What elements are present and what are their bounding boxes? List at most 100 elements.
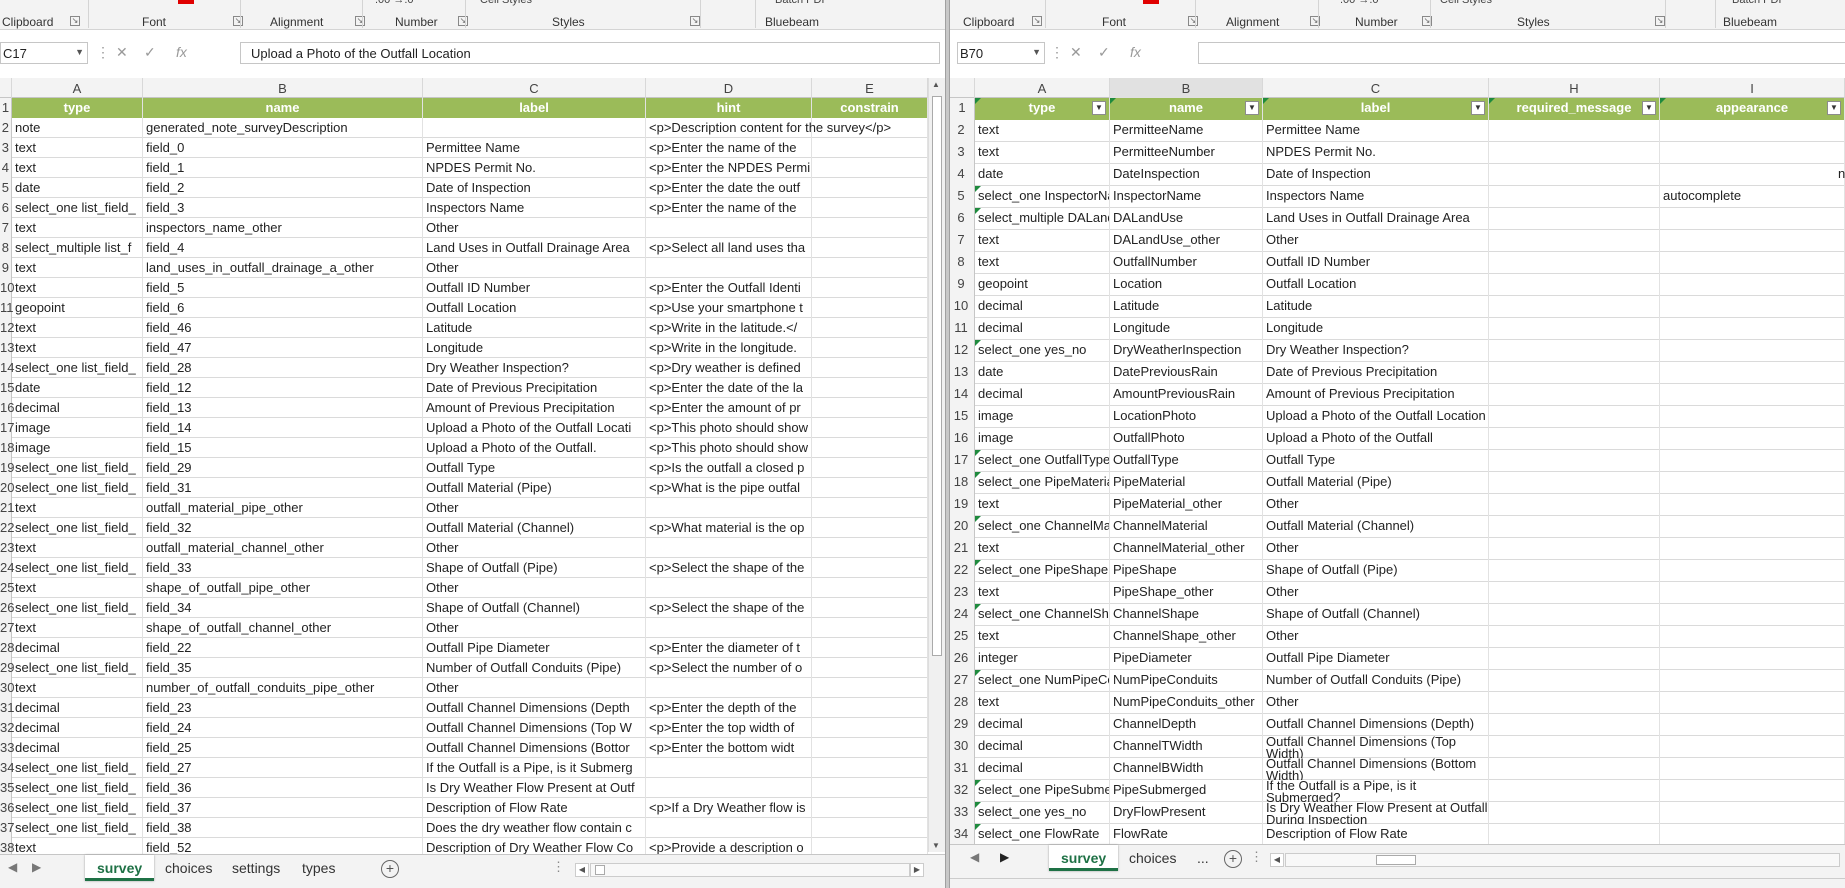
cell-i[interactable] [1660, 780, 1845, 802]
row-number[interactable]: 15 [950, 406, 975, 428]
tab-more[interactable]: ... [1185, 845, 1221, 871]
dialog-launcher-icon[interactable]: ↘ [1188, 16, 1198, 26]
cell-b[interactable]: land_uses_in_outfall_drainage_a_other [143, 258, 423, 278]
cell-i[interactable] [1660, 604, 1845, 626]
cell-i[interactable] [1660, 362, 1845, 384]
cell-b[interactable]: Latitude [1110, 296, 1263, 318]
row-number[interactable]: 14 [0, 358, 14, 378]
cell-a[interactable]: text [12, 218, 143, 238]
cell-d[interactable]: <p>Description content for the survey</p… [646, 118, 891, 138]
row-number[interactable]: 20 [0, 478, 14, 498]
row-number[interactable]: 13 [0, 338, 14, 358]
header-cell[interactable]: type ▼ [975, 98, 1110, 120]
cell-b[interactable]: DatePreviousRain [1110, 362, 1263, 384]
cell-b[interactable]: ChannelMaterial_other [1110, 538, 1263, 560]
cell-a[interactable]: text [12, 158, 143, 178]
row-number[interactable]: 7 [950, 230, 975, 252]
cell-b[interactable]: Location [1110, 274, 1263, 296]
row-number[interactable]: 10 [0, 278, 14, 298]
cell-e[interactable] [812, 258, 928, 278]
row-number[interactable]: 14 [950, 384, 975, 406]
cell-d[interactable]: <p>Enter the name of the [646, 138, 812, 158]
header-cell[interactable]: constrain [812, 98, 928, 118]
cell-c[interactable]: Dry Weather Inspection? [1263, 340, 1489, 362]
cell-i[interactable] [1660, 472, 1845, 494]
cell-c[interactable]: Other [423, 498, 646, 518]
name-box[interactable]: C17 ▼ [0, 42, 88, 64]
row-number[interactable]: 9 [0, 258, 12, 278]
cell-d[interactable] [646, 218, 812, 238]
enter-check-icon[interactable]: ✓ [1098, 44, 1110, 61]
cell-a[interactable]: date [12, 378, 143, 398]
cell-e[interactable] [812, 418, 928, 438]
cell-a[interactable]: select_one FlowRate [975, 824, 1110, 846]
cell-i[interactable] [1660, 648, 1845, 670]
add-sheet-icon[interactable]: + [381, 860, 399, 878]
cell-c[interactable]: Number of Outfall Conduits (Pipe) [423, 658, 646, 678]
cell-e[interactable] [812, 538, 928, 558]
row-number[interactable]: 15 [0, 378, 14, 398]
cell-d[interactable] [646, 758, 812, 778]
cell-a[interactable]: select_one yes_no [975, 340, 1110, 362]
cell-h[interactable] [1489, 142, 1660, 164]
cell-c[interactable]: Amount of Previous Precipitation [1263, 384, 1489, 406]
cell-a[interactable]: text [12, 338, 143, 358]
cell-b[interactable]: Longitude [1110, 318, 1263, 340]
cell-c[interactable]: Upload a Photo of the Outfall [1263, 428, 1489, 450]
cell-i[interactable] [1660, 582, 1845, 604]
cell-a[interactable]: decimal [12, 638, 143, 658]
add-sheet-icon[interactable]: + [1224, 850, 1242, 868]
row-number[interactable]: 4 [0, 158, 12, 178]
cell-c[interactable]: Land Uses in Outfall Drainage Area [1263, 208, 1489, 230]
cell-c[interactable]: Latitude [423, 318, 646, 338]
header-cell[interactable]: label [423, 98, 646, 118]
row-number[interactable]: 29 [950, 714, 975, 736]
cell-a[interactable]: text [975, 538, 1110, 560]
cell-c[interactable]: Date of Inspection [1263, 164, 1489, 186]
filter-dropdown-icon[interactable]: ▼ [1092, 101, 1106, 115]
row-number[interactable]: 26 [950, 648, 975, 670]
dialog-launcher-icon[interactable]: ↘ [690, 16, 700, 26]
cell-d[interactable]: <p>Write in the longitude. [646, 338, 812, 358]
cell-a[interactable]: image [12, 418, 143, 438]
cell-h[interactable] [1489, 582, 1660, 604]
cell-d[interactable]: <p>If a Dry Weather flow is [646, 798, 812, 818]
cell-b[interactable]: PipeMaterial [1110, 472, 1263, 494]
cell-b[interactable]: PipeDiameter [1110, 648, 1263, 670]
cell-b[interactable]: field_23 [143, 698, 423, 718]
prev-sheet-icon[interactable]: ◀ [970, 850, 979, 864]
dialog-launcher-icon[interactable]: ↘ [355, 16, 365, 26]
cell-d[interactable]: <p>Select all land uses tha [646, 238, 812, 258]
cell-b[interactable]: PipeShape_other [1110, 582, 1263, 604]
cell-i[interactable] [1660, 516, 1845, 538]
cell-a[interactable]: date [12, 178, 143, 198]
cancel-icon[interactable]: ✕ [116, 44, 128, 61]
cell-e[interactable] [812, 618, 928, 638]
cell-b[interactable]: ChannelShape_other [1110, 626, 1263, 648]
cell-i[interactable] [1660, 274, 1845, 296]
cell-c[interactable]: If the Outfall is a Pipe, is it Submerg [423, 758, 646, 778]
cell-d[interactable]: <p>Use your smartphone t [646, 298, 812, 318]
cell-e[interactable] [812, 498, 928, 518]
row-number[interactable]: 23 [0, 538, 14, 558]
cell-d[interactable]: <p>What material is the op [646, 518, 812, 538]
cell-b[interactable]: ChannelMaterial [1110, 516, 1263, 538]
row-number[interactable]: 4 [950, 164, 975, 186]
row-number[interactable]: 34 [0, 758, 14, 778]
cell-b[interactable]: OutfallType [1110, 450, 1263, 472]
row-number[interactable]: 17 [0, 418, 14, 438]
ribbon-button-label[interactable]: Cell Styles [1440, 0, 1492, 6]
cell-a[interactable]: select_one list_field_ [12, 818, 143, 838]
row-number[interactable]: 32 [0, 718, 14, 738]
cell-d[interactable] [646, 678, 812, 698]
cell-i[interactable] [1660, 142, 1845, 164]
cell-e[interactable] [812, 118, 928, 138]
cell-h[interactable] [1489, 670, 1660, 692]
cell-b[interactable]: NumPipeConduits_other [1110, 692, 1263, 714]
cell-a[interactable]: text [12, 618, 143, 638]
filter-dropdown-icon[interactable]: ▼ [1642, 101, 1656, 115]
cell-c[interactable]: Dry Weather Inspection? [423, 358, 646, 378]
cell-i[interactable] [1660, 736, 1845, 758]
cell-c[interactable]: Permittee Name [1263, 120, 1489, 142]
cell-b[interactable]: field_33 [143, 558, 423, 578]
